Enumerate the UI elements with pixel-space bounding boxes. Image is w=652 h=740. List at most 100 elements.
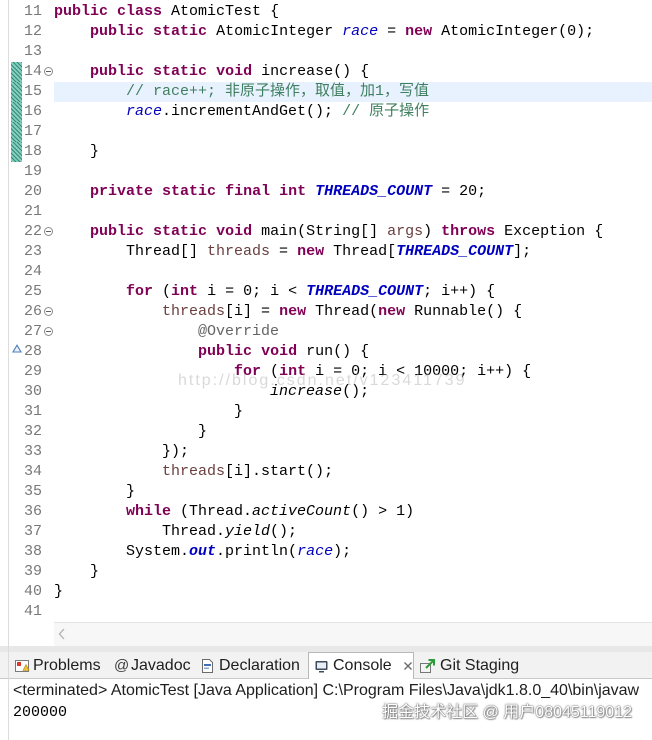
code-text[interactable]: private static final int THREADS_COUNT =… (54, 182, 652, 202)
code-text[interactable]: for (int i = 0; i < THREADS_COUNT; i++) … (54, 282, 652, 302)
code-text[interactable]: }); (54, 442, 652, 462)
code-text[interactable]: } (54, 422, 652, 442)
fold-collapse-icon[interactable] (44, 67, 53, 76)
line-number: 35 (23, 483, 42, 500)
tab-label-git-staging: Git Staging (440, 656, 520, 674)
close-icon[interactable] (403, 661, 413, 671)
code-line-13[interactable]: 13 (0, 42, 652, 62)
code-text[interactable]: public static void increase() { (54, 62, 652, 82)
java-editor[interactable]: 11 public class AtomicTest {12 public sta… (0, 0, 652, 646)
code-text[interactable]: increase(); (54, 382, 652, 402)
tab-git-staging[interactable]: Git Staging (415, 652, 519, 679)
horizontal-scrollbar[interactable] (54, 622, 652, 646)
code-line-25[interactable]: 25 for (int i = 0; i < THREADS_COUNT; i+… (0, 282, 652, 302)
code-line-29[interactable]: 29 for (int i = 0; i < 10000; i++) { (0, 362, 652, 382)
tab-declaration[interactable]: Declaration (196, 652, 300, 679)
code-line-37[interactable]: 37 Thread.yield(); (0, 522, 652, 542)
code-line-11[interactable]: 11 public class AtomicTest { (0, 2, 652, 22)
code-text[interactable]: public void run() { (54, 342, 652, 362)
fold-collapse-icon[interactable] (44, 227, 53, 236)
code-text[interactable]: Thread[] threads = new Thread[THREADS_CO… (54, 242, 652, 262)
code-text[interactable] (54, 602, 652, 622)
code-line-31[interactable]: 31 } (0, 402, 652, 422)
code-text[interactable]: } (54, 582, 652, 602)
code-line-36[interactable]: 36 while (Thread.activeCount() > 1) (0, 502, 652, 522)
code-line-24[interactable]: 24 (0, 262, 652, 282)
code-line-38[interactable]: 38 System.out.println(race); (0, 542, 652, 562)
code-line-32[interactable]: 32 } (0, 422, 652, 442)
code-text[interactable]: public class AtomicTest { (54, 2, 652, 22)
code-line-35[interactable]: 35 } (0, 482, 652, 502)
code-line-12[interactable]: 12 public static AtomicInteger race = ne… (0, 22, 652, 42)
tab-problems[interactable]: Problems (10, 652, 101, 679)
code-text[interactable] (54, 262, 652, 282)
field-token: race (297, 543, 334, 560)
code-line-14[interactable]: 14 public static void increase() { (0, 62, 652, 82)
code-text[interactable] (54, 202, 652, 222)
code-line-19[interactable]: 19 (0, 162, 652, 182)
tab-javadoc[interactable]: Javadoc (110, 652, 191, 679)
console-output-line[interactable]: 200000 (13, 703, 67, 723)
code-line-18[interactable]: 18 } (0, 142, 652, 162)
line-number: 14 (23, 63, 42, 80)
code-text[interactable]: // race++; 非原子操作，取值，加1，写值 (54, 82, 652, 102)
constant-token: THREADS_COUNT (306, 283, 424, 300)
code-text[interactable]: threads[i] = new Thread(new Runnable() { (54, 302, 652, 322)
code-text[interactable]: } (54, 142, 652, 162)
local-token: threads (162, 303, 226, 320)
code-line-21[interactable]: 21 (0, 202, 652, 222)
code-text[interactable]: for (int i = 0; i < 10000; i++) { (54, 362, 652, 382)
keyword-token: int (279, 363, 307, 380)
code-line-22[interactable]: 22 public static void main(String[] args… (0, 222, 652, 242)
plain-token: Exception { (495, 223, 604, 240)
keyword-token: int (171, 283, 199, 300)
code-line-20[interactable]: 20 private static final int THREADS_COUN… (0, 182, 652, 202)
code-text[interactable]: public static AtomicInteger race = new A… (54, 22, 652, 42)
scroll-left-icon[interactable] (58, 628, 65, 640)
plain-token: = (270, 243, 298, 260)
code-line-30[interactable]: 30 increase(); (0, 382, 652, 402)
line-number: 13 (23, 43, 42, 60)
line-number: 38 (23, 543, 42, 560)
code-text[interactable]: threads[i].start(); (54, 462, 652, 482)
code-lines[interactable]: 11 public class AtomicTest {12 public sta… (0, 2, 652, 622)
code-line-34[interactable]: 34 threads[i].start(); (0, 462, 652, 482)
line-number: 23 (23, 243, 42, 260)
line-number: 16 (23, 103, 42, 120)
code-line-26[interactable]: 26 threads[i] = new Thread(new Runnable(… (0, 302, 652, 322)
tab-console[interactable]: Console (308, 652, 414, 679)
code-text[interactable]: @Override (54, 322, 652, 342)
code-line-33[interactable]: 33 }); (0, 442, 652, 462)
code-text[interactable]: } (54, 402, 652, 422)
code-text[interactable]: System.out.println(race); (54, 542, 652, 562)
code-line-40[interactable]: 40} (0, 582, 652, 602)
code-line-28[interactable]: 28 public void run() { (0, 342, 652, 362)
code-line-41[interactable]: 41 (0, 602, 652, 622)
code-text[interactable]: Thread.yield(); (54, 522, 652, 542)
fold-collapse-icon[interactable] (44, 327, 53, 336)
line-number: 41 (23, 603, 42, 620)
code-text[interactable]: } (54, 562, 652, 582)
code-line-15[interactable]: 15 // race++; 非原子操作，取值，加1，写值 (0, 82, 652, 102)
code-line-17[interactable]: 17 (0, 122, 652, 142)
code-line-16[interactable]: 16 race.incrementAndGet(); // 原子操作 (0, 102, 652, 122)
code-line-23[interactable]: 23 Thread[] threads = new Thread[THREADS… (0, 242, 652, 262)
code-text[interactable] (54, 122, 652, 142)
console-view[interactable]: <terminated> AtomicTest [Java Applicatio… (0, 679, 652, 740)
code-text[interactable]: public static void main(String[] args) t… (54, 222, 652, 242)
code-text[interactable]: while (Thread.activeCount() > 1) (54, 502, 652, 522)
code-text[interactable] (54, 42, 652, 62)
plain-token: } (54, 483, 136, 500)
keyword-token: void (216, 223, 253, 240)
code-line-27[interactable]: 27 @Override (0, 322, 652, 342)
fold-collapse-icon[interactable] (44, 307, 53, 316)
code-text[interactable] (54, 162, 652, 182)
code-line-39[interactable]: 39 } (0, 562, 652, 582)
code-text[interactable]: race.incrementAndGet(); // 原子操作 (54, 102, 652, 122)
code-text[interactable]: } (54, 482, 652, 502)
plain-token: () > 1) (351, 503, 415, 520)
field-token: race (342, 23, 379, 40)
